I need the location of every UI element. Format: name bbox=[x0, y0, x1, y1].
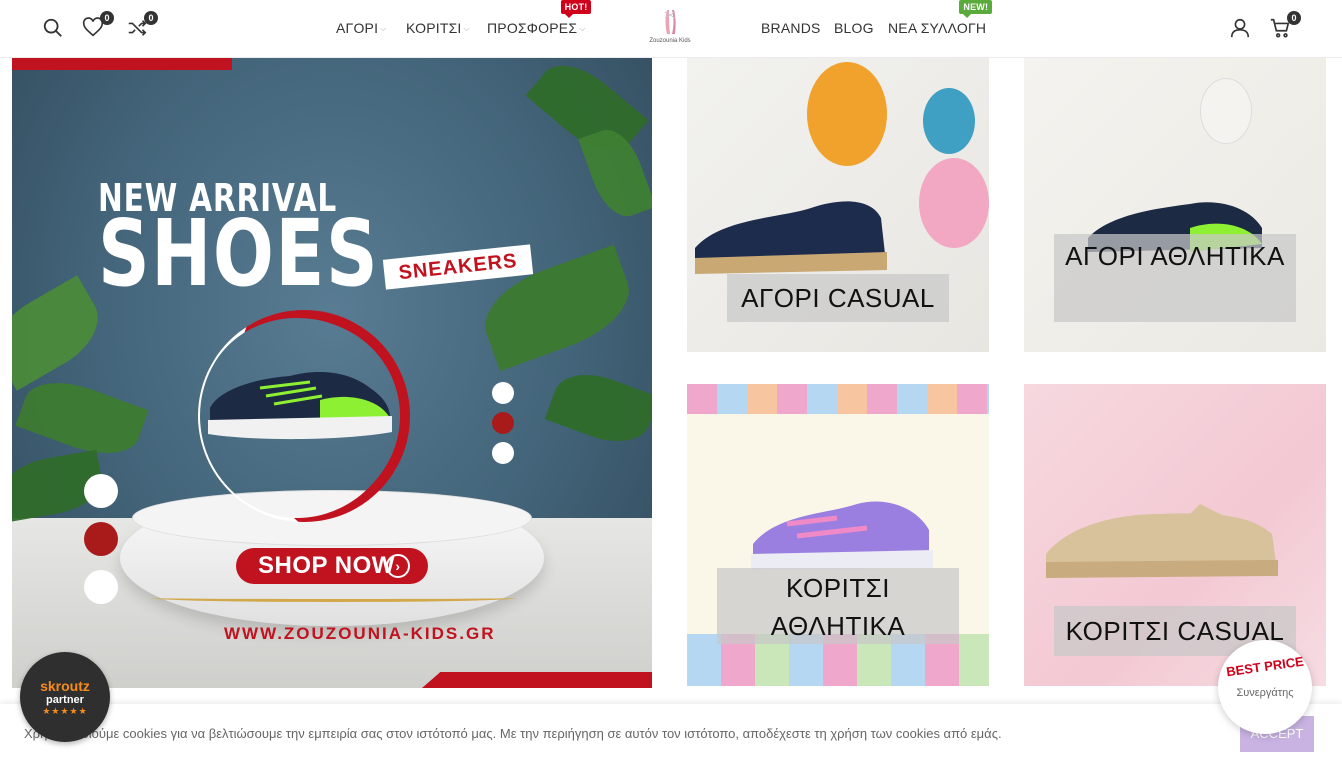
sneaker-image bbox=[208, 372, 392, 440]
carousel-dot[interactable] bbox=[492, 382, 514, 404]
shop-now-button[interactable]: SHOP NOW › bbox=[236, 548, 428, 584]
easter-egg-image bbox=[807, 62, 887, 166]
nav-brands[interactable]: BRANDS bbox=[761, 20, 821, 36]
skroutz-partner-text: partner bbox=[46, 694, 84, 706]
shoe-image bbox=[1046, 504, 1278, 578]
carousel-dot[interactable] bbox=[84, 474, 118, 508]
category-tile-girl-sport[interactable]: ΚΟΡΙΤΣΙ ΑΘΛΗΤΙΚΑ bbox=[687, 384, 989, 686]
category-tile-boy-casual[interactable]: ΑΓΟΡΙ CASUAL bbox=[687, 58, 989, 352]
carousel-dot[interactable] bbox=[492, 442, 514, 464]
shop-now-label: SHOP NOW bbox=[258, 552, 395, 579]
tile-label: ΚΟΡΙΤΣΙ ΑΘΛΗΤΙΚΑ bbox=[717, 568, 959, 644]
ballet-shoes-logo-icon bbox=[664, 10, 676, 34]
easter-egg-image bbox=[687, 384, 989, 414]
cart-count-badge: 0 bbox=[1287, 11, 1301, 25]
pedestal-gold-trim bbox=[152, 594, 516, 602]
shoe-image bbox=[751, 501, 933, 570]
shoe-image bbox=[695, 201, 887, 274]
tile-label: ΑΓΟΡΙ CASUAL bbox=[727, 274, 949, 322]
carousel-dot[interactable] bbox=[84, 570, 118, 604]
nav-offers[interactable]: HOT! ΠΡΟΣΦΟΡΕΣ ⌵ bbox=[487, 0, 592, 36]
skroutz-partner-badge[interactable]: skroutz partner ★★★★★ bbox=[20, 652, 110, 742]
carousel-dot-active[interactable] bbox=[84, 522, 118, 556]
chevron-down-icon: ⌵ bbox=[463, 24, 470, 33]
skroutz-stars: ★★★★★ bbox=[42, 706, 88, 716]
wishlist-icon[interactable]: 0 bbox=[82, 11, 114, 41]
bestprice-logo-text: BEST PRICE bbox=[1225, 653, 1305, 680]
nav-new-collection[interactable]: NEW! ΝΕΑ ΣΥΛΛΟΓΗ bbox=[888, 0, 993, 36]
chevron-down-icon: ⌵ bbox=[579, 24, 586, 33]
wishlist-count-badge: 0 bbox=[100, 11, 114, 25]
site-header: 0 0 ΑΓΟΡΙ ⌵ ΚΟΡΙΤΣΙ ⌵ HOT! ΠΡΟΣΦΟΡΕΣ ⌵ Zouz… bbox=[0, 0, 1342, 58]
hero-url: WWW.ZOUZOUNIA-KIDS.GR bbox=[224, 624, 496, 643]
compare-icon[interactable]: 0 bbox=[126, 11, 158, 41]
hot-tag: HOT! bbox=[560, 0, 592, 18]
red-stripe bbox=[422, 672, 652, 688]
tile-label: ΑΓΟΡΙ ΑΘΛΗΤΙΚΑ bbox=[1054, 234, 1296, 322]
bestprice-partner-text: Συνεργάτης bbox=[1236, 687, 1294, 699]
easter-egg-image bbox=[923, 88, 975, 154]
nav-boy[interactable]: ΑΓΟΡΙ ⌵ bbox=[336, 20, 386, 36]
site-logo[interactable]: Zouzounia Kids bbox=[642, 8, 698, 52]
account-icon[interactable] bbox=[1229, 17, 1253, 41]
logo-text: Zouzounia Kids bbox=[649, 38, 691, 44]
red-stripe bbox=[12, 58, 232, 70]
hero-title-line2: SHOES bbox=[98, 200, 380, 307]
arrow-right-icon: › bbox=[386, 554, 410, 578]
easter-egg-image bbox=[919, 158, 989, 248]
chevron-down-icon: ⌵ bbox=[380, 24, 387, 33]
search-icon[interactable] bbox=[42, 17, 66, 41]
cookie-notice: Χρησιμοποιούμε cookies για να βελτιώσουμ… bbox=[0, 704, 1342, 758]
carousel-dot-active[interactable] bbox=[492, 412, 514, 434]
category-tile-girl-casual[interactable]: ΚΟΡΙΤΣΙ CASUAL bbox=[1024, 384, 1326, 686]
nav-new-collection-label: ΝΕΑ ΣΥΛΛΟΓΗ bbox=[888, 20, 987, 36]
hero-banner[interactable]: NEW ARRIVAL SHOES SNEAKERS SHOP NOW › WW… bbox=[12, 58, 652, 688]
leaf-decoration bbox=[578, 122, 652, 224]
compare-count-badge: 0 bbox=[144, 11, 158, 25]
new-tag: NEW! bbox=[959, 0, 993, 18]
nav-girl-label: ΚΟΡΙΤΣΙ bbox=[406, 20, 462, 36]
sneakers-tag: SNEAKERS bbox=[382, 244, 534, 290]
easter-egg-image bbox=[1200, 78, 1252, 144]
nav-girl[interactable]: ΚΟΡΙΤΣΙ ⌵ bbox=[406, 20, 470, 36]
cart-icon[interactable]: 0 bbox=[1269, 11, 1301, 41]
nav-boy-label: ΑΓΟΡΙ bbox=[336, 20, 379, 36]
bestprice-partner-badge[interactable]: BEST PRICE Συνεργάτης bbox=[1218, 640, 1312, 734]
cookie-text: Χρησιμοποιούμε cookies για να βελτιώσουμ… bbox=[24, 726, 1002, 741]
nav-blog[interactable]: BLOG bbox=[834, 20, 874, 36]
skroutz-logo-text: skroutz bbox=[40, 678, 90, 694]
nav-offers-label: ΠΡΟΣΦΟΡΕΣ bbox=[487, 20, 578, 36]
leaf-decoration bbox=[544, 362, 652, 454]
category-tile-boy-sport[interactable]: ΑΓΟΡΙ ΑΘΛΗΤΙΚΑ bbox=[1024, 58, 1326, 352]
